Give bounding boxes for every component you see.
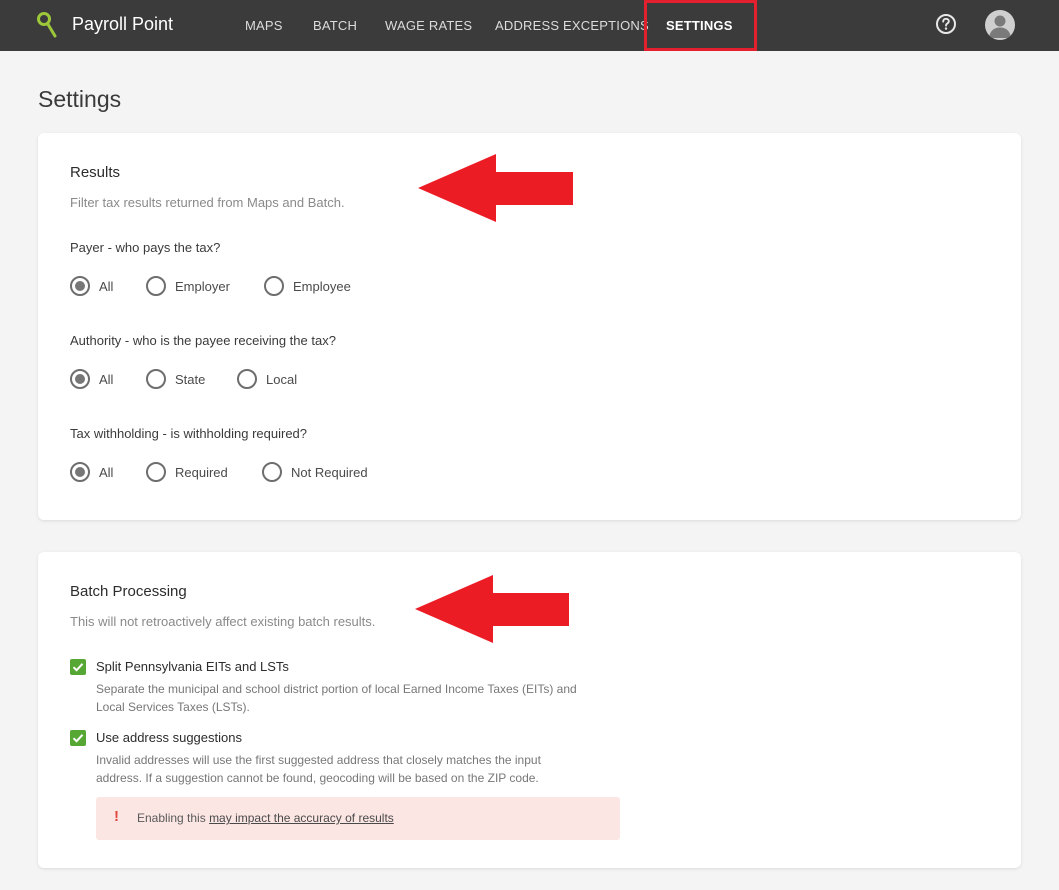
help-icon[interactable] [935, 13, 957, 35]
logo-icon [37, 12, 57, 38]
address-suggestions-desc-line2: address. If a suggestion cannot be found… [96, 771, 539, 785]
user-avatar[interactable] [985, 10, 1015, 40]
payer-label: Payer - who pays the tax? [70, 240, 221, 255]
checkmark-icon [72, 663, 84, 672]
address-suggestions-checkbox[interactable] [70, 730, 86, 746]
split-eit-checkbox[interactable] [70, 659, 86, 675]
radio-circle-checked [70, 462, 90, 482]
nav-batch[interactable]: BATCH [313, 18, 357, 33]
checkmark-icon [72, 734, 84, 743]
radio-circle [146, 276, 166, 296]
nav-address-exceptions[interactable]: ADDRESS EXCEPTIONS [495, 18, 649, 33]
accuracy-link[interactable]: may impact the accuracy of results [209, 811, 394, 825]
red-arrow-icon [418, 154, 573, 222]
exclamation-icon: ! [114, 808, 119, 825]
batch-title: Batch Processing [70, 583, 187, 600]
nav-wage-rates[interactable]: WAGE RATES [385, 18, 472, 33]
split-eit-desc-line2: Local Services Taxes (LSTs). [96, 700, 250, 714]
radio-label: Employer [175, 279, 230, 294]
radio-label: All [99, 279, 114, 294]
radio-circle [264, 276, 284, 296]
warning-text: Enabling this may impact the accuracy of… [137, 811, 394, 825]
radio-label: All [99, 465, 114, 480]
withholding-label: Tax withholding - is withholding require… [70, 426, 308, 441]
nav-maps[interactable]: MAPS [245, 18, 283, 33]
radio-label: Local [266, 372, 298, 387]
user-icon [989, 15, 1011, 38]
page-title: Settings [38, 86, 122, 112]
split-eit-desc-line1: Separate the municipal and school distri… [96, 682, 577, 696]
address-suggestions-label[interactable]: Use address suggestions [96, 730, 242, 745]
accuracy-warning-banner: ! Enabling this may impact the accuracy … [96, 797, 620, 840]
radio-label: Not Required [291, 465, 368, 480]
results-subtitle: Filter tax results returned from Maps an… [70, 195, 345, 210]
authority-label: Authority - who is the payee receiving t… [70, 333, 336, 348]
address-suggestions-desc-line1: Invalid addresses will use the first sug… [96, 753, 541, 767]
batch-subtitle: This will not retroactively affect exist… [70, 614, 376, 629]
brand-name[interactable]: Payroll Point [72, 14, 173, 35]
split-eit-label[interactable]: Split Pennsylvania EITs and LSTs [96, 659, 289, 674]
radio-label: Required [175, 465, 228, 480]
radio-circle [237, 369, 257, 389]
top-navbar: Payroll Point MAPS BATCH WAGE RATES ADDR… [0, 0, 1059, 51]
warning-prefix: Enabling this [137, 811, 206, 825]
results-title: Results [70, 164, 121, 181]
radio-label: All [99, 372, 114, 387]
red-arrow-icon [415, 575, 569, 643]
radio-circle [262, 462, 282, 482]
radio-circle [146, 462, 166, 482]
radio-circle [146, 369, 166, 389]
radio-circle-checked [70, 276, 90, 296]
nav-settings[interactable]: SETTINGS [666, 18, 733, 33]
radio-label: State [175, 372, 206, 387]
radio-label: Employee [293, 279, 351, 294]
radio-circle-checked [70, 369, 90, 389]
